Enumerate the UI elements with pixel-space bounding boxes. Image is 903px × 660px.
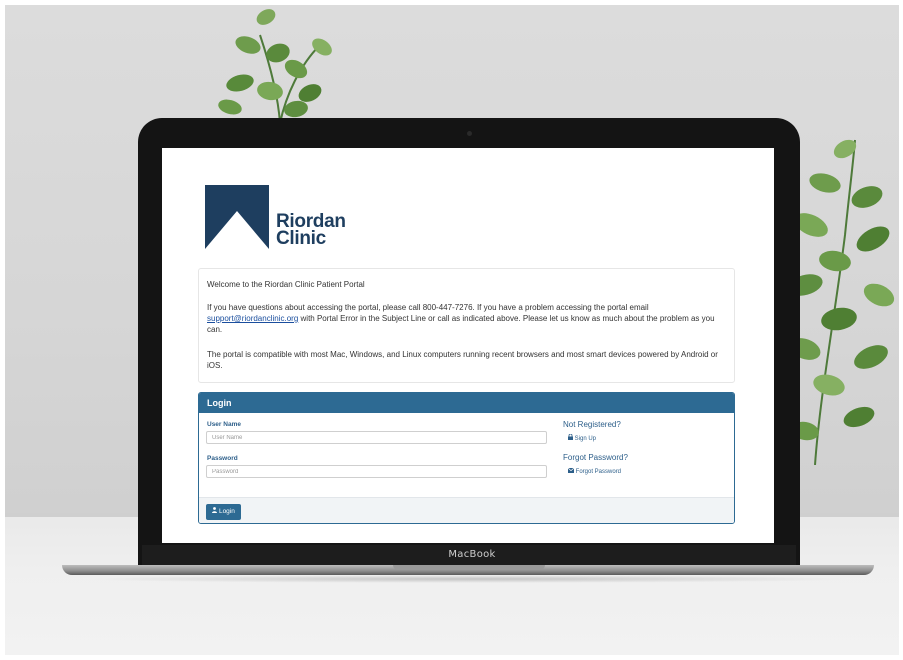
lock-icon [568, 433, 573, 442]
plant-left [200, 5, 360, 125]
envelope-icon [567, 467, 575, 475]
password-label: Password [207, 455, 238, 462]
sign-up-link[interactable]: Sign Up [568, 433, 596, 442]
forgot-password-heading: Forgot Password? [563, 453, 628, 462]
not-registered-heading: Not Registered? [563, 420, 621, 429]
login-panel: Login User Name Password Not Registered?… [198, 392, 735, 524]
username-label: User Name [207, 421, 241, 428]
user-icon [212, 504, 218, 520]
password-input[interactable] [206, 465, 547, 478]
login-button[interactable]: Login [206, 504, 241, 520]
forgot-password-link[interactable]: Forgot Password [567, 467, 621, 475]
support-email-link[interactable]: support@riordanclinic.org [207, 314, 298, 323]
logo-wordmark: Riordan Clinic [276, 211, 346, 249]
welcome-contact-paragraph: If you have questions about accessing th… [207, 303, 715, 334]
login-panel-footer [199, 497, 734, 523]
laptop-screen: Riordan Clinic Welcome to the Riordan Cl… [162, 148, 774, 543]
welcome-heading: Welcome to the Riordan Clinic Patient Po… [207, 280, 365, 289]
laptop-base-notch [393, 565, 545, 570]
welcome-panel: Welcome to the Riordan Clinic Patient Po… [198, 268, 735, 383]
webcam [467, 131, 472, 136]
logo-mark [205, 185, 269, 249]
welcome-compatibility-paragraph: The portal is compatible with most Mac, … [207, 350, 718, 370]
username-input[interactable] [206, 431, 547, 444]
laptop-shadow [80, 575, 856, 583]
device-brand-label: MacBook [448, 549, 496, 560]
login-panel-title: Login [199, 393, 734, 413]
